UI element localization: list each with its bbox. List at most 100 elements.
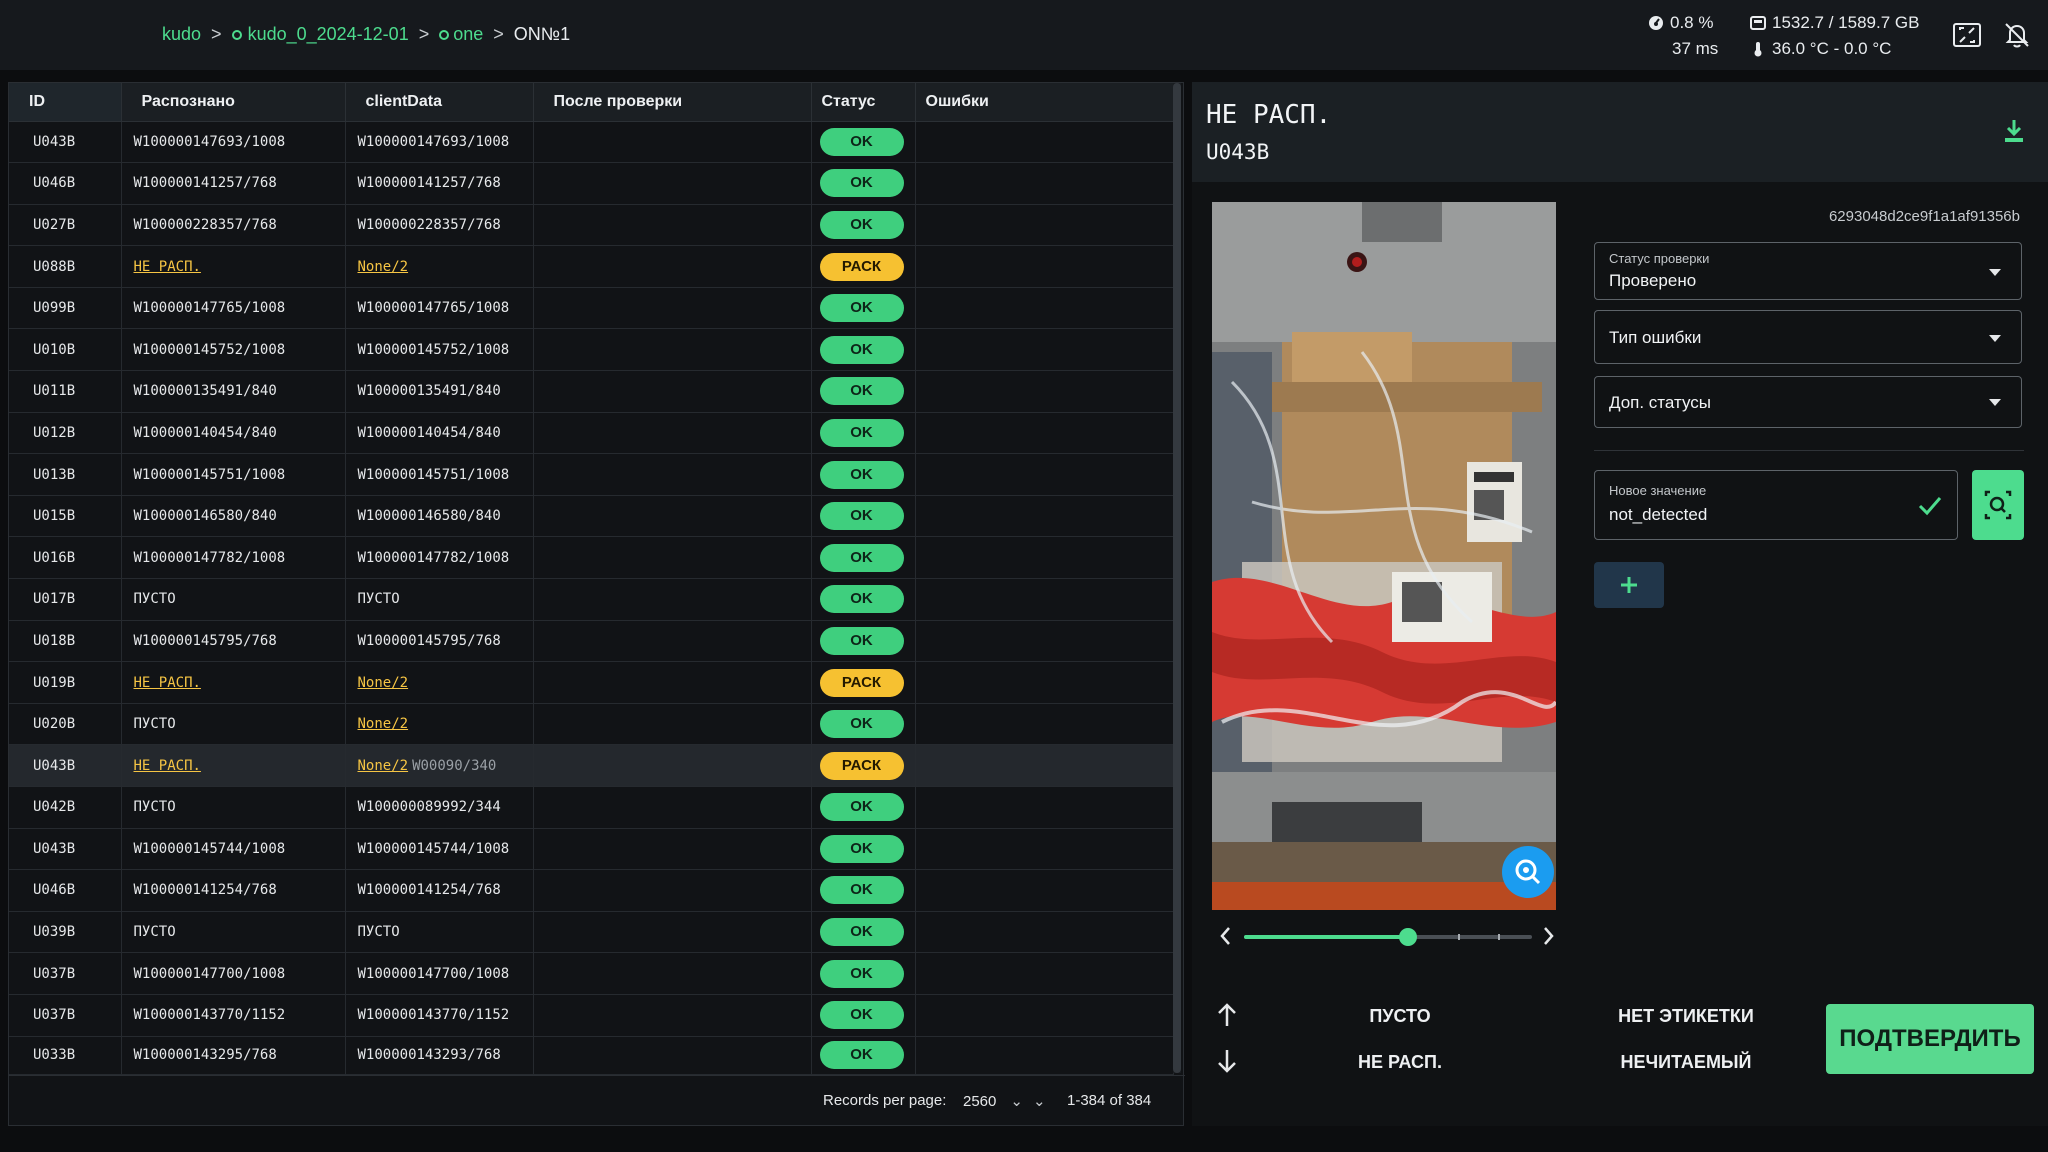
cell-errors — [915, 536, 1174, 580]
chevron-down-icon[interactable]: ⌄ — [1033, 1092, 1046, 1110]
breadcrumb-dataset[interactable]: kudo_0_2024-12-01 — [231, 24, 409, 45]
download-icon[interactable] — [2002, 118, 2026, 144]
mark-empty-button[interactable]: ПУСТО — [1330, 1006, 1470, 1027]
status-badge[interactable]: OK — [819, 460, 904, 489]
previous-image-icon[interactable] — [1218, 924, 1234, 948]
status-badge[interactable]: OK — [819, 169, 904, 198]
status-badge[interactable]: OK — [819, 834, 904, 863]
status-badge[interactable]: OK — [819, 502, 904, 531]
status-badge[interactable]: OK — [819, 793, 904, 822]
client-data-value[interactable]: None/2 — [358, 675, 409, 691]
cell-errors — [915, 1036, 1174, 1075]
cell-id: U011B — [9, 370, 122, 413]
table-scrollbar-thumb[interactable] — [1173, 83, 1181, 1073]
unreadable-button[interactable]: НЕЧИТАЕМЫЙ — [1596, 1052, 1776, 1073]
table-row[interactable]: U012B W100000140454/840 W100000140454/840 O… — [9, 412, 1174, 455]
column-header-id[interactable]: ID — [9, 83, 122, 122]
arrow-up-icon[interactable] — [1216, 1002, 1238, 1028]
table-row[interactable]: U042B ПУСТО W100000089992/344 OK — [9, 786, 1174, 829]
table-row[interactable]: U015B W100000146580/840 W100000146580/840 O… — [9, 495, 1174, 538]
status-badge[interactable]: OK — [819, 294, 904, 323]
table-row[interactable]: U027B W100000228357/768 W100000228357/768 O… — [9, 204, 1174, 247]
table-row[interactable]: U018B W100000145795/768 W100000145795/768 O… — [9, 620, 1174, 663]
status-badge[interactable]: OK — [819, 127, 904, 156]
status-badge[interactable]: РАСК — [819, 668, 904, 697]
recognized-value[interactable]: НЕ РАСП. — [134, 758, 201, 774]
table-row[interactable]: U043B НЕ РАСП. None/2 W00090/340 РАСК — [9, 744, 1174, 787]
extra-statuses-select[interactable]: Доп. статусы — [1594, 376, 2022, 428]
status-badge[interactable]: OK — [819, 626, 904, 655]
cell-client-data: W100000146580/840 — [345, 495, 534, 538]
table-row[interactable]: U046B W100000141254/768 W100000141254/768 O… — [9, 869, 1174, 912]
status-badge[interactable]: OK — [819, 1041, 904, 1070]
records-per-page-value: 2560 — [963, 1093, 997, 1110]
table-scrollbar[interactable] — [1173, 83, 1181, 1073]
status-badge[interactable]: OK — [819, 377, 904, 406]
status-badge[interactable]: OK — [819, 543, 904, 572]
fullscreen-icon[interactable] — [1952, 20, 1982, 50]
error-type-value: Тип ошибки — [1609, 328, 1702, 347]
table-row[interactable]: U016B W100000147782/1008 W100000147782/100… — [9, 536, 1174, 580]
recognized-value[interactable]: НЕ РАСП. — [134, 675, 201, 691]
column-header-client-data[interactable]: clientData — [345, 83, 534, 122]
cell-errors — [915, 370, 1174, 413]
pallet-photo[interactable] — [1212, 202, 1556, 910]
table-row[interactable]: U043B W100000145744/1008 W100000145744/100… — [9, 828, 1174, 871]
zoom-button[interactable] — [1502, 846, 1554, 898]
new-value-field[interactable]: Новое значение not_detected — [1594, 470, 1958, 540]
status-badge[interactable]: OK — [819, 710, 904, 739]
scan-button[interactable] — [1972, 470, 2024, 540]
check-status-select[interactable]: Статус проверки Проверено — [1594, 242, 2022, 300]
status-badge[interactable]: РАСК — [819, 252, 904, 281]
table-row[interactable]: U013B W100000145751/1008 W100000145751/100… — [9, 453, 1174, 496]
confirm-button[interactable]: ПОДТВЕРДИТЬ — [1826, 1004, 2034, 1074]
table-row[interactable]: U046B W100000141257/768 W100000141257/768 O… — [9, 162, 1174, 205]
add-value-button[interactable] — [1594, 562, 1664, 608]
column-header-after-check[interactable]: После проверки — [533, 83, 812, 122]
table-row[interactable]: U099B W100000147765/1008 W100000147765/100… — [9, 287, 1174, 330]
table-row[interactable]: U033B W100000143295/768 W100000143293/768 O… — [9, 1036, 1174, 1075]
error-type-select[interactable]: Тип ошибки — [1594, 310, 2022, 364]
table-row[interactable]: U088B НЕ РАСП. None/2 РАСК — [9, 245, 1174, 288]
cell-id: U017B — [9, 578, 122, 621]
arrow-down-icon[interactable] — [1216, 1048, 1238, 1074]
status-badge[interactable]: OK — [819, 876, 904, 905]
breadcrumb-root[interactable]: kudo — [162, 24, 201, 45]
status-badge[interactable]: РАСК — [819, 751, 904, 780]
status-badge[interactable]: OK — [819, 959, 904, 988]
status-badge[interactable]: OK — [819, 585, 904, 614]
cell-status: OK — [811, 287, 916, 330]
notifications-off-icon[interactable] — [2002, 20, 2032, 50]
status-badge[interactable]: OK — [819, 210, 904, 239]
client-data-value[interactable]: None/2 — [358, 758, 409, 774]
column-header-recognized[interactable]: Распознано — [121, 83, 346, 122]
not-recognized-button[interactable]: НЕ РАСП. — [1330, 1052, 1470, 1073]
table-row[interactable]: U011B W100000135491/840 W100000135491/840 O… — [9, 370, 1174, 413]
column-header-errors[interactable]: Ошибки — [915, 83, 1174, 122]
table-row[interactable]: U017B ПУСТО ПУСТО OK — [9, 578, 1174, 621]
table-row[interactable]: U010B W100000145752/1008 W100000145752/100… — [9, 328, 1174, 372]
next-image-icon[interactable] — [1540, 924, 1556, 948]
slider-tick — [1498, 934, 1500, 940]
table-row[interactable]: U039B ПУСТО ПУСТО OK — [9, 911, 1174, 954]
status-badge[interactable]: OK — [819, 918, 904, 947]
client-data-value[interactable]: None/2 — [358, 259, 409, 275]
table-row[interactable]: U020B ПУСТО None/2 OK — [9, 703, 1174, 746]
table-row[interactable]: U037B W100000147700/1008 W100000147700/100… — [9, 952, 1174, 995]
status-badge[interactable]: OK — [819, 335, 904, 364]
table-row[interactable]: U037B W100000143770/1152 W100000143770/115… — [9, 994, 1174, 1037]
column-header-status[interactable]: Статус — [811, 83, 916, 122]
status-badge[interactable]: OK — [819, 418, 904, 447]
cell-after-check — [533, 952, 812, 995]
check-icon[interactable] — [1917, 495, 1943, 517]
no-label-button[interactable]: НЕТ ЭТИКЕТКИ — [1596, 1006, 1776, 1027]
status-badge[interactable]: OK — [819, 1001, 904, 1030]
table-row[interactable]: U019B НЕ РАСП. None/2 РАСК — [9, 661, 1174, 704]
client-data-value[interactable]: None/2 — [358, 716, 409, 732]
records-per-page-select[interactable]: 2560 ⌄ — [963, 1092, 1023, 1110]
recognized-value[interactable]: НЕ РАСП. — [134, 259, 201, 275]
new-value-input[interactable]: not_detected — [1609, 505, 1707, 525]
table-row[interactable]: U043B W100000147693/1008 W100000147693/100… — [9, 121, 1174, 164]
breadcrumb-group[interactable]: one — [439, 24, 483, 45]
image-slider[interactable] — [1244, 928, 1532, 946]
